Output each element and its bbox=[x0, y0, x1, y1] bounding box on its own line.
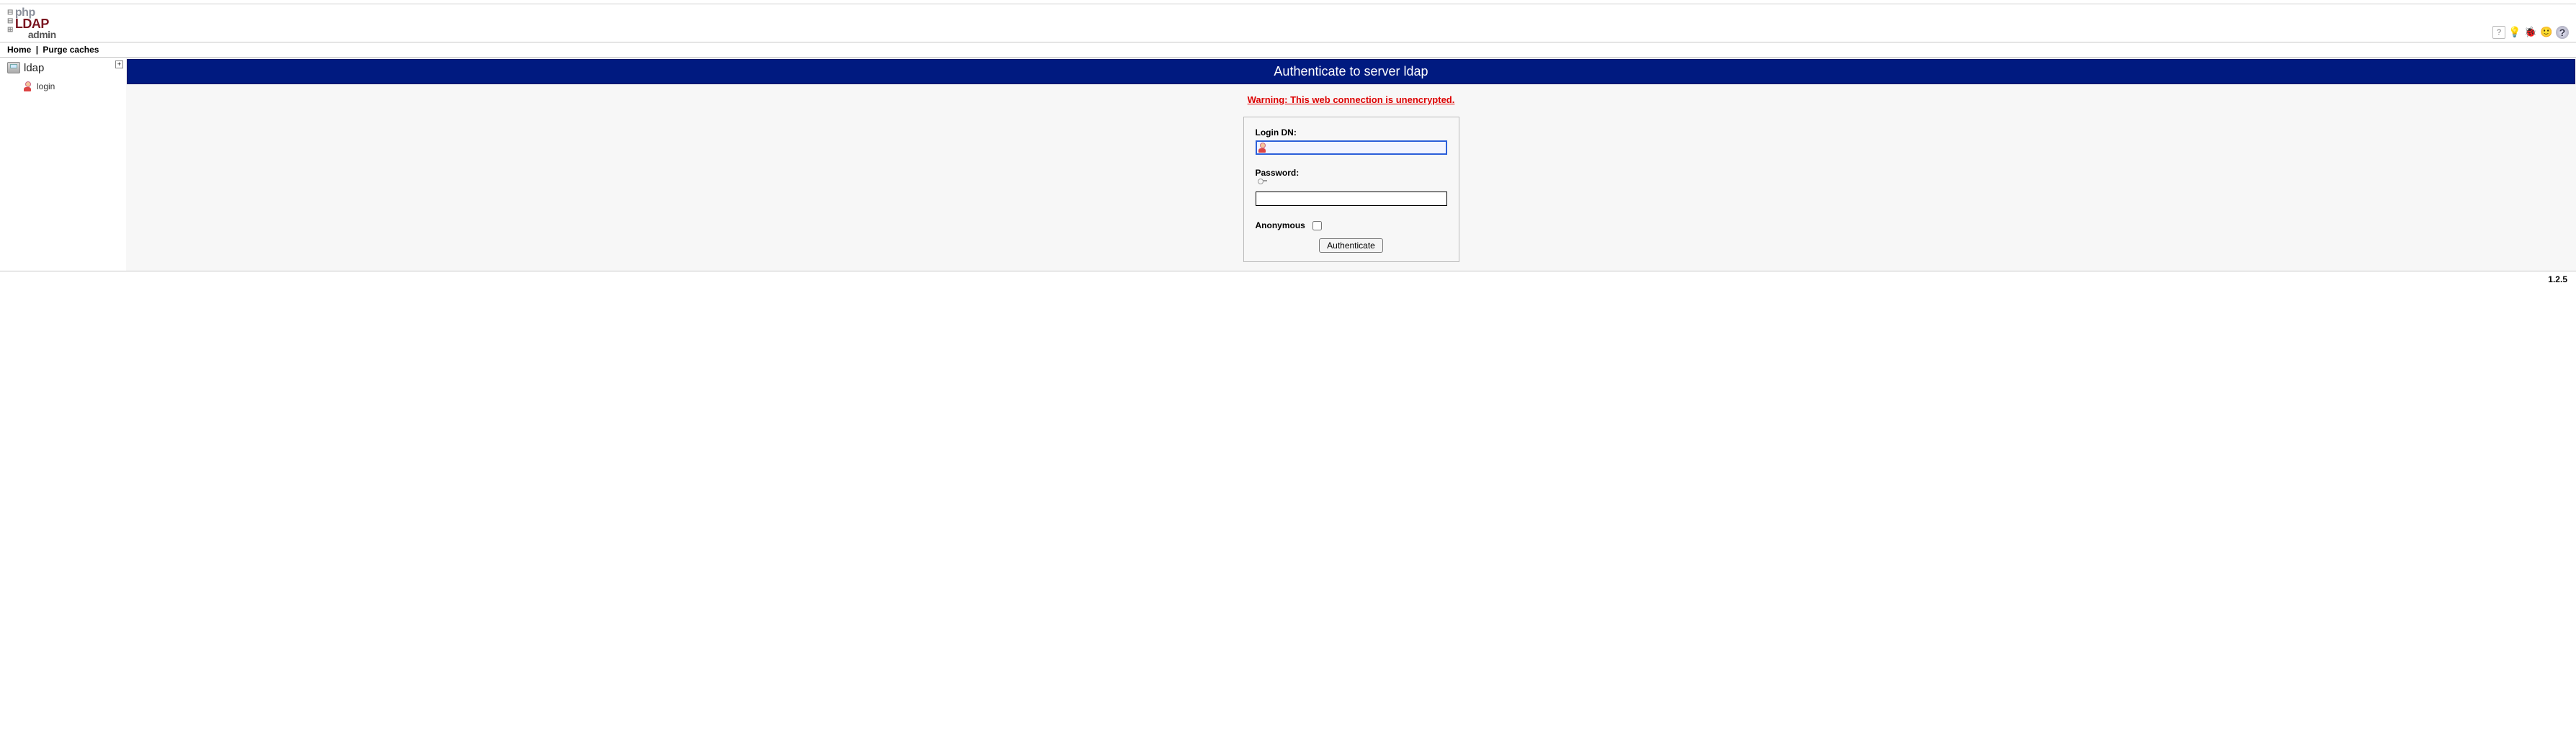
app-header: ⊟ ⊟ ⊞ php LDAP admin ? 💡 🐞 🙂 ? bbox=[0, 4, 2576, 42]
anonymous-checkbox[interactable] bbox=[1312, 221, 1322, 230]
main-panel: Authenticate to server ldap Warning: Thi… bbox=[126, 58, 2576, 271]
sidebar-server-name: ldap bbox=[24, 62, 44, 74]
toolbar-separator: | bbox=[36, 45, 38, 55]
login-dn-label: Login DN: bbox=[1256, 127, 1447, 138]
sidebar-server-row[interactable]: ldap bbox=[7, 62, 123, 74]
authenticate-button[interactable]: Authenticate bbox=[1319, 238, 1383, 253]
sidebar-login-label: login bbox=[37, 81, 55, 91]
login-dn-input[interactable] bbox=[1256, 140, 1447, 155]
password-icon bbox=[1258, 176, 1266, 185]
login-dn-icon bbox=[1258, 143, 1268, 153]
bug-icon[interactable]: 🐞 bbox=[2524, 26, 2537, 39]
login-form: Login DN: Password: Anonymous bbox=[1243, 117, 1459, 262]
sidebar: + ldap login bbox=[0, 58, 126, 271]
header-icon-bar: ? 💡 🐞 🙂 ? bbox=[2492, 26, 2569, 40]
user-icon bbox=[23, 81, 33, 91]
logo-line-admin: admin bbox=[28, 30, 56, 40]
question-icon[interactable]: ? bbox=[2556, 26, 2569, 39]
sidebar-login-link[interactable]: login bbox=[23, 81, 123, 91]
footer-version: 1.2.5 bbox=[0, 271, 2576, 292]
unencrypted-warning[interactable]: Warning: This web connection is unencryp… bbox=[1248, 94, 1455, 105]
hint-icon[interactable]: 💡 bbox=[2508, 26, 2521, 39]
server-icon bbox=[7, 62, 20, 73]
page-title: Authenticate to server ldap bbox=[127, 59, 2575, 84]
password-input[interactable] bbox=[1256, 192, 1447, 206]
donate-icon[interactable]: 🙂 bbox=[2540, 26, 2553, 39]
toolbar: Home | Purge caches bbox=[0, 42, 2576, 58]
app-logo: ⊟ ⊟ ⊞ php LDAP admin bbox=[7, 7, 56, 40]
toolbar-purge-link[interactable]: Purge caches bbox=[43, 45, 99, 55]
logo-decor: ⊟ ⊟ ⊞ bbox=[7, 7, 13, 35]
toolbar-home-link[interactable]: Home bbox=[7, 45, 31, 55]
sidebar-expand-button[interactable]: + bbox=[115, 60, 123, 68]
anonymous-label: Anonymous bbox=[1256, 220, 1305, 230]
help-icon[interactable]: ? bbox=[2492, 26, 2505, 39]
password-label: Password: bbox=[1256, 168, 1447, 178]
